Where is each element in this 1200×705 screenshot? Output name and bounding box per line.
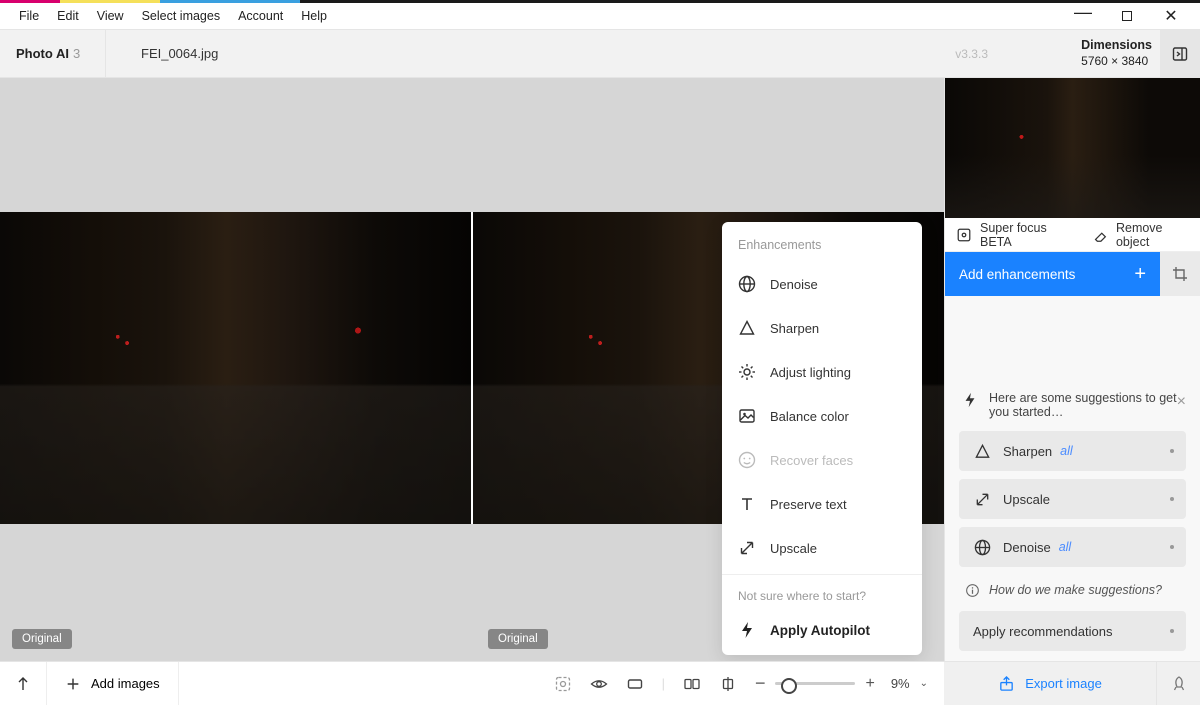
original-badge-left: Original <box>12 629 72 649</box>
toggle-panel-button[interactable] <box>1160 30 1200 77</box>
current-filename: FEI_0064.jpg <box>105 30 285 77</box>
super-focus-button[interactable]: Super focus BETA <box>945 218 1081 251</box>
enhancement-recover-faces: Recover faces <box>722 438 922 482</box>
apply-autopilot-button[interactable]: Apply Autopilot <box>722 611 922 651</box>
upload-button[interactable] <box>0 662 47 705</box>
enhancements-hint: Not sure where to start? <box>722 574 922 611</box>
menu-view[interactable]: View <box>88 9 133 23</box>
app-version: v3.3.3 <box>955 47 988 61</box>
suggestion-sharpen[interactable]: Sharpenall <box>959 431 1186 471</box>
window-close-button[interactable]: ✕ <box>1158 6 1184 26</box>
export-options-button[interactable] <box>1156 662 1200 705</box>
bolt-icon <box>961 391 979 409</box>
brightness-icon <box>738 363 756 381</box>
close-suggestions-button[interactable]: × <box>1177 393 1186 411</box>
crop-button[interactable] <box>1160 252 1200 296</box>
info-bar: Photo AI3 FEI_0064.jpg v3.3.3 Dimensions… <box>0 30 1200 78</box>
single-view-icon[interactable] <box>626 675 644 693</box>
zoom-out-button[interactable]: − <box>755 673 766 694</box>
focus-icon <box>955 226 973 244</box>
image-count: 3 <box>73 46 80 61</box>
enhancement-sharpen[interactable]: Sharpen <box>722 306 922 350</box>
expand-icon <box>973 490 991 508</box>
quick-actions-bar: Super focus BETA Remove object <box>945 218 1200 252</box>
split-view-icon[interactable] <box>683 675 701 693</box>
triangle-icon <box>738 319 756 337</box>
enhancement-adjust-lighting[interactable]: Adjust lighting <box>722 350 922 394</box>
info-icon <box>963 581 981 599</box>
enhancements-menu: Enhancements DenoiseSharpenAdjust lighti… <box>722 222 922 655</box>
add-enhancements-button[interactable]: Add enhancements + <box>945 252 1160 296</box>
enhancements-heading: Enhancements <box>722 230 922 262</box>
face-icon <box>738 451 756 469</box>
bolt-icon <box>738 621 756 639</box>
suggestions-help-link[interactable]: How do we make suggestions? <box>959 575 1186 611</box>
navigator-thumbnail[interactable] <box>945 78 1200 218</box>
expand-icon <box>738 539 756 557</box>
menu-edit[interactable]: Edit <box>48 9 88 23</box>
triangle-icon <box>973 442 991 460</box>
menu-file[interactable]: File <box>10 9 48 23</box>
remove-object-button[interactable]: Remove object <box>1081 218 1200 251</box>
export-image-button[interactable]: Export image <box>944 662 1156 705</box>
text-icon <box>738 495 756 513</box>
enhancement-balance-color[interactable]: Balance color <box>722 394 922 438</box>
app-name: Photo AI3 <box>0 46 105 61</box>
globe-icon <box>738 275 756 293</box>
suggestion-upscale[interactable]: Upscale <box>959 479 1186 519</box>
enhancement-denoise[interactable]: Denoise <box>722 262 922 306</box>
zoom-dropdown-icon[interactable]: ⌄ <box>920 678 928 689</box>
zoom-value: 9% <box>891 676 910 691</box>
preview-left[interactable] <box>0 212 471 524</box>
right-panel: Super focus BETA Remove object Add enhan… <box>944 78 1200 661</box>
zoom-slider[interactable] <box>775 682 855 685</box>
window-maximize-button[interactable] <box>1114 9 1140 24</box>
eraser-icon <box>1091 226 1109 244</box>
suggestions-heading: Here are some suggestions to get you sta… <box>989 391 1184 419</box>
menu-select-images[interactable]: Select images <box>133 9 230 23</box>
enhancement-upscale[interactable]: Upscale <box>722 526 922 570</box>
window-minimize-button[interactable]: — <box>1070 2 1096 23</box>
canvas-area[interactable]: Original Original Enhancements DenoiseSh… <box>0 78 944 661</box>
enhancement-preserve-text[interactable]: Preserve text <box>722 482 922 526</box>
menu-help[interactable]: Help <box>292 9 336 23</box>
zoom-in-button[interactable]: + <box>865 675 874 693</box>
preview-icon[interactable] <box>590 675 608 693</box>
menubar: File Edit View Select images Account Hel… <box>0 3 1200 30</box>
menu-account[interactable]: Account <box>229 9 292 23</box>
suggestion-denoise[interactable]: Denoiseall <box>959 527 1186 567</box>
compare-view-icon[interactable] <box>719 675 737 693</box>
image-icon <box>738 407 756 425</box>
original-badge-right: Original <box>488 629 548 649</box>
plus-icon: + <box>1134 263 1146 286</box>
scan-icon[interactable] <box>554 675 572 693</box>
apply-recommendations-button[interactable]: Apply recommendations <box>959 611 1186 651</box>
zoom-control[interactable]: − + 9% ⌄ <box>755 673 928 694</box>
footer-bar: Add images | − + 9% ⌄ Export image <box>0 661 1200 705</box>
suggestions-panel: Here are some suggestions to get you sta… <box>945 377 1200 661</box>
image-dimensions: Dimensions 5760 × 3840 <box>1081 38 1152 69</box>
globe-icon <box>973 538 991 556</box>
add-images-button[interactable]: Add images <box>47 662 179 705</box>
